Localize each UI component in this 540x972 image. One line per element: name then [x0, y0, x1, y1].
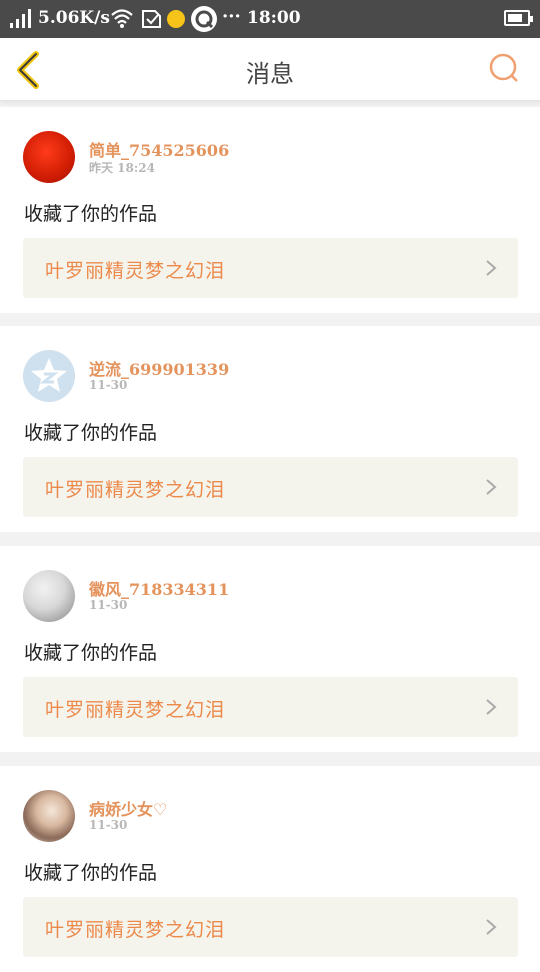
notification-card: 简单_754525606 昨天 18:24 收藏了你的作品 叶罗丽精灵梦之幻泪 — [0, 107, 540, 313]
work-link[interactable]: 叶罗丽精灵梦之幻泪 — [23, 897, 518, 957]
action-text: 收藏了你的作品 — [24, 642, 158, 664]
network-speed: 5.06K/s — [38, 8, 110, 28]
avatar[interactable] — [23, 570, 75, 622]
chevron-right-icon — [486, 479, 497, 495]
username[interactable]: 病娇少女♡ — [89, 796, 167, 820]
status-bar: 5.06K/s ··· 18:00 — [0, 0, 540, 38]
notification-card: 病娇少女♡ 11-30 收藏了你的作品 叶罗丽精灵梦之幻泪 — [0, 766, 540, 972]
timestamp: 昨天 18:24 — [89, 161, 156, 175]
notification-dot-icon — [167, 10, 185, 28]
qq-default-avatar-icon — [31, 358, 67, 392]
avatar[interactable] — [23, 350, 75, 402]
username[interactable]: 徽风_718334311 — [89, 576, 229, 600]
clock: 18:00 — [247, 8, 301, 28]
work-title: 叶罗丽精灵梦之幻泪 — [45, 699, 226, 721]
sim-icon — [142, 10, 161, 28]
page-title: 消息 — [246, 60, 294, 88]
search-icon[interactable] — [488, 52, 520, 84]
username[interactable]: 逆流_699901339 — [89, 356, 229, 380]
notification-card: 逆流_699901339 11-30 收藏了你的作品 叶罗丽精灵梦之幻泪 — [0, 326, 540, 532]
wifi-icon — [111, 9, 133, 28]
avatar[interactable] — [23, 131, 75, 183]
app-q-icon — [191, 6, 217, 32]
title-bar: 消息 — [0, 38, 540, 101]
chevron-right-icon — [486, 919, 497, 935]
more-notifications: ··· — [222, 6, 241, 27]
avatar[interactable] — [23, 790, 75, 842]
battery-icon — [504, 10, 533, 26]
action-text: 收藏了你的作品 — [24, 422, 158, 444]
timestamp: 11-30 — [89, 378, 128, 392]
timestamp: 11-30 — [89, 598, 128, 612]
notification-card: 徽风_718334311 11-30 收藏了你的作品 叶罗丽精灵梦之幻泪 — [0, 546, 540, 752]
work-link[interactable]: 叶罗丽精灵梦之幻泪 — [23, 238, 518, 298]
timestamp: 11-30 — [89, 818, 128, 832]
work-link[interactable]: 叶罗丽精灵梦之幻泪 — [23, 677, 518, 737]
signal-icon — [10, 9, 31, 28]
work-link[interactable]: 叶罗丽精灵梦之幻泪 — [23, 457, 518, 517]
action-text: 收藏了你的作品 — [24, 862, 158, 884]
work-title: 叶罗丽精灵梦之幻泪 — [45, 479, 226, 501]
username[interactable]: 简单_754525606 — [89, 137, 229, 161]
work-title: 叶罗丽精灵梦之幻泪 — [45, 919, 226, 941]
action-text: 收藏了你的作品 — [24, 203, 158, 225]
chevron-right-icon — [486, 260, 497, 276]
work-title: 叶罗丽精灵梦之幻泪 — [45, 260, 226, 282]
chevron-right-icon — [486, 699, 497, 715]
